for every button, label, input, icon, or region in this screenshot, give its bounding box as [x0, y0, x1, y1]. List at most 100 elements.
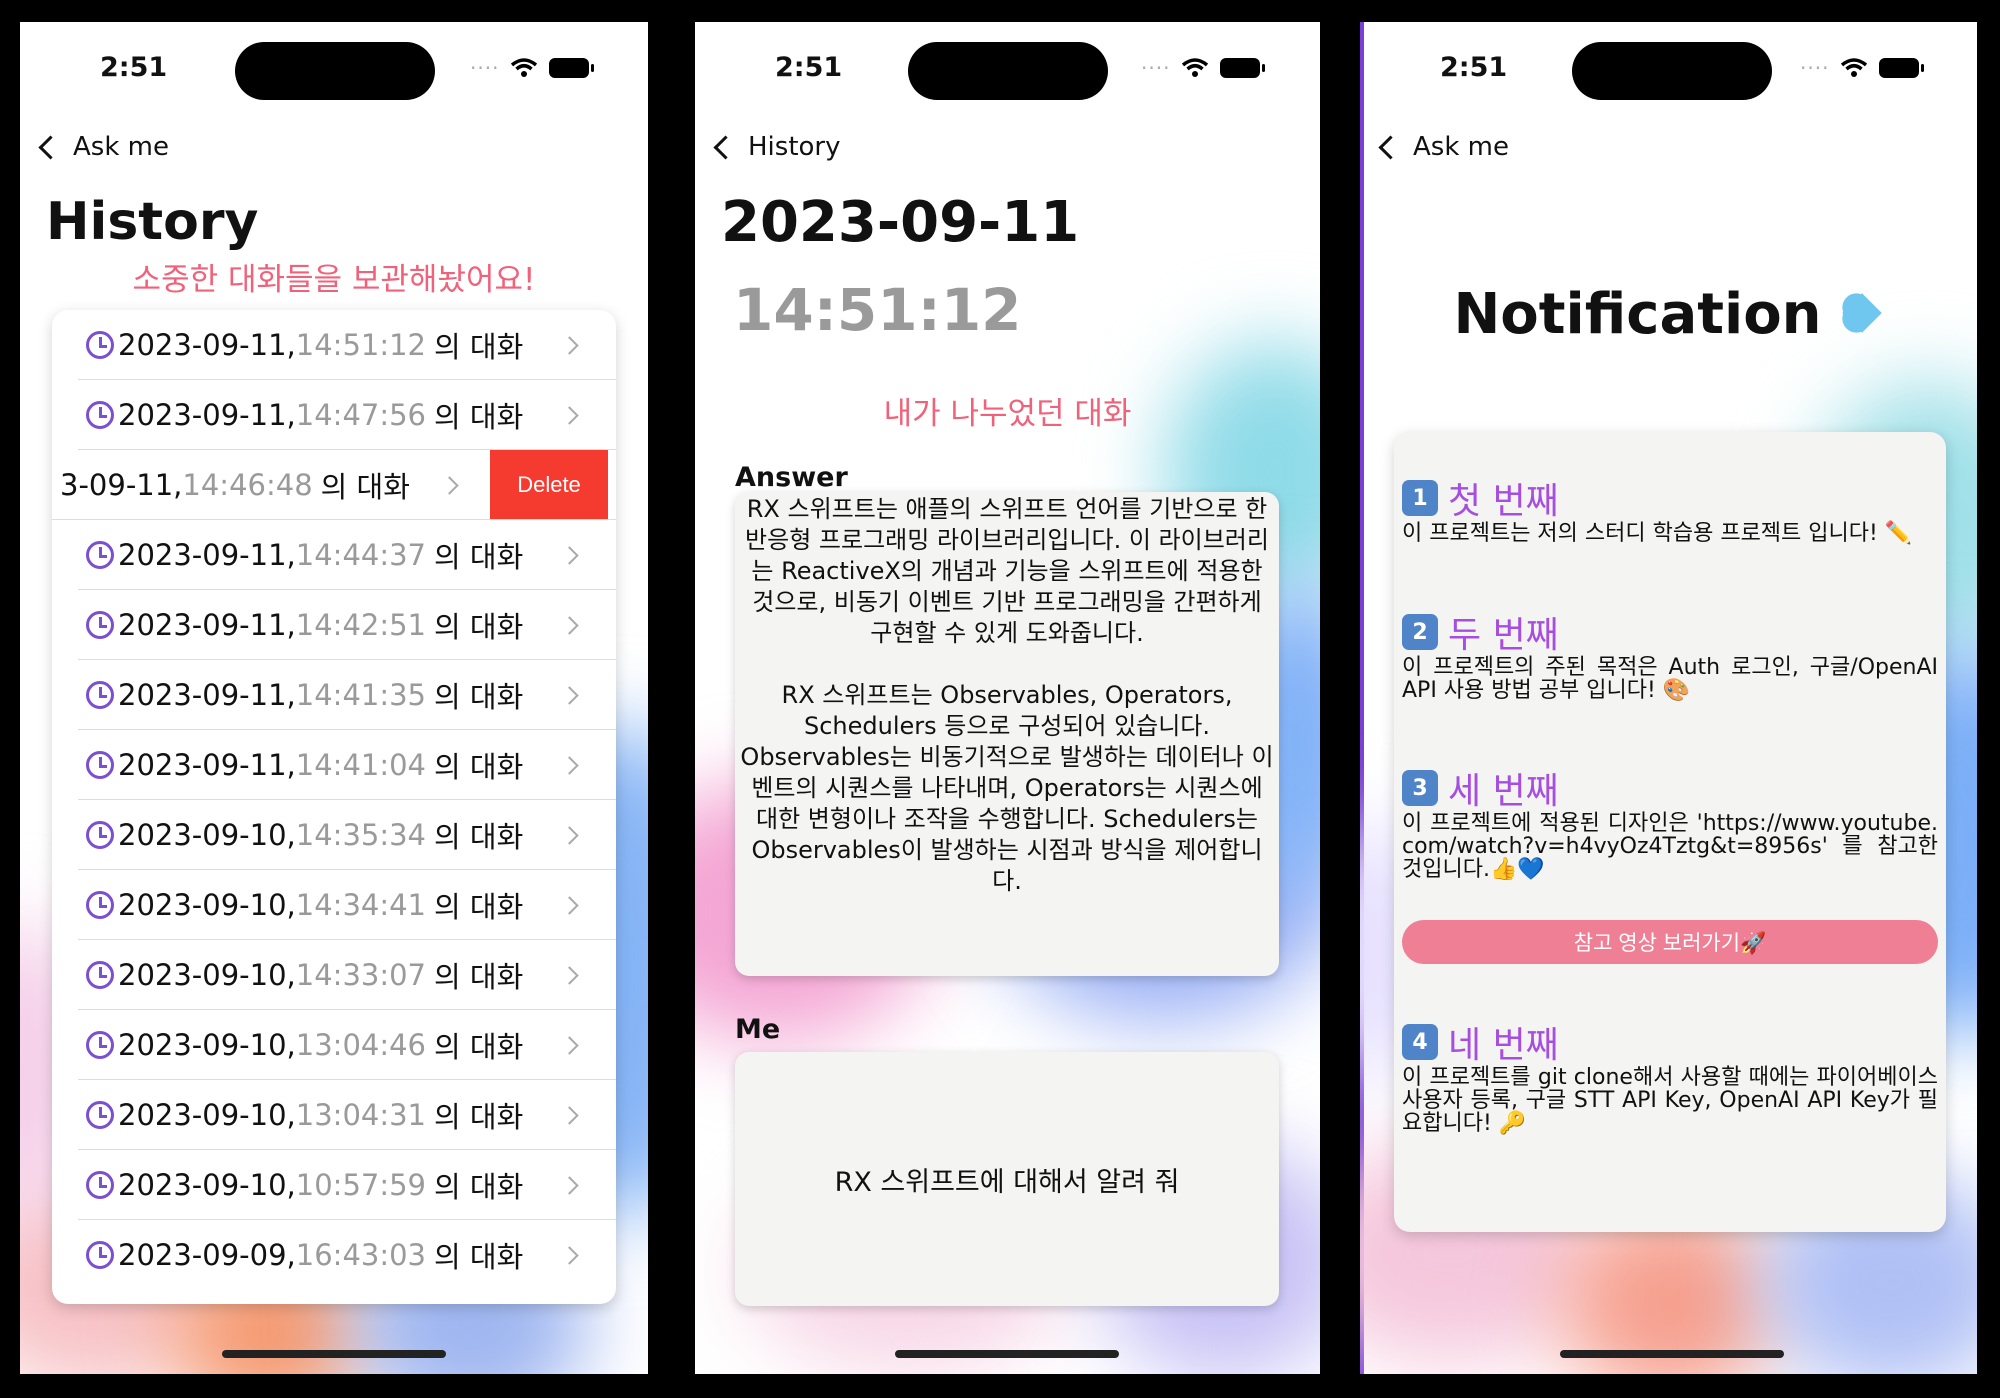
history-row[interactable]: 2023-09-11, 14:41:04 의 대화	[52, 730, 616, 800]
row-date: 2023-09-11,	[118, 678, 296, 712]
delete-button[interactable]: Delete	[490, 450, 608, 520]
section-body: 이 프로젝트를 git clone해서 사용할 때에는 파이어베이스 사용자 등…	[1402, 1065, 1938, 1136]
keycap-one-icon: 1	[1402, 480, 1438, 516]
history-row[interactable]: 2023-09-11, 14:47:56 의 대화	[52, 380, 616, 450]
row-date: 2023-09-11,	[118, 538, 296, 572]
answer-label: Answer	[735, 462, 848, 493]
row-date: 2023-09-10,	[118, 1168, 296, 1202]
back-button[interactable]: Ask me	[34, 132, 169, 162]
chevron-right-icon	[560, 405, 579, 425]
signal-icon: ····	[1800, 56, 1830, 80]
dynamic-island	[1572, 42, 1772, 100]
battery-icon	[1879, 58, 1925, 78]
back-button[interactable]: History	[709, 132, 841, 162]
row-date: 2023-09-10,	[118, 1098, 296, 1132]
history-row[interactable]: 2023-09-10, 10:57:59 의 대화	[52, 1150, 616, 1220]
row-time: 14:41:04	[295, 748, 427, 782]
status-time: 2:51	[100, 52, 168, 83]
history-row[interactable]: 2023-09-11, 14:51:12 의 대화	[52, 310, 616, 380]
chevron-right-icon	[560, 1035, 579, 1055]
chevron-right-icon	[560, 335, 579, 355]
section-heading: 4 네 번째	[1402, 1016, 1559, 1068]
row-time: 14:42:51	[295, 608, 427, 642]
history-clock-icon	[86, 821, 114, 849]
row-time: 14:44:37	[295, 538, 427, 572]
history-row[interactable]: 2023-09-09, 16:43:03 의 대화	[52, 1220, 616, 1290]
keycap-two-icon: 2	[1402, 614, 1438, 650]
keycap-four-icon: 4	[1402, 1024, 1438, 1060]
section-heading: 2 두 번째	[1402, 606, 1559, 658]
section-body: 이 프로젝트의 주된 목적은 Auth 로그인, 구글/OpenAI API 사…	[1402, 655, 1938, 703]
row-date: 2023-09-11,	[118, 748, 296, 782]
history-row[interactable]: 2023-09-10, 14:33:07 의 대화	[52, 940, 616, 1010]
battery-icon	[1220, 58, 1266, 78]
section-body: 이 프로젝트에 적용된 디자인은 'https://www.youtube.co…	[1402, 811, 1938, 882]
notification-card: 1 첫 번째 이 프로젝트는 저의 스터디 학습용 프로젝트 입니다! ✏️ 2…	[1394, 432, 1946, 1232]
status-icons: ····	[1800, 56, 1925, 80]
history-row[interactable]: 2023-09-11, 14:41:35 의 대화	[52, 660, 616, 730]
row-date: 2023-09-09,	[118, 1238, 296, 1272]
notification-title-text: Notification	[1453, 282, 1822, 347]
history-clock-icon	[86, 961, 114, 989]
row-suffix: 의 대화	[434, 400, 524, 434]
row-suffix: 의 대화	[434, 330, 524, 364]
row-time: 14:41:35	[295, 678, 427, 712]
blue-heart-icon	[1830, 282, 1892, 344]
chevron-right-icon	[560, 825, 579, 845]
row-suffix: 의 대화	[434, 1170, 524, 1204]
section-title: 네 번째	[1448, 1025, 1559, 1066]
row-date: 2023-09-10,	[118, 1028, 296, 1062]
me-message: RX 스위프트에 대해서 알려 줘	[834, 1166, 1180, 1198]
section-title: 첫 번째	[1448, 481, 1559, 522]
home-indicator[interactable]	[222, 1350, 446, 1358]
row-time: 13:04:31	[295, 1098, 427, 1132]
history-row[interactable]: 2023-09-10, 13:04:31 의 대화	[52, 1080, 616, 1150]
row-date: 2023-09-11,	[118, 328, 296, 362]
row-time: 14:35:34	[295, 818, 427, 852]
chevron-right-icon	[560, 545, 579, 565]
watch-reference-video-button[interactable]: 참고 영상 보러가기🚀	[1402, 920, 1938, 964]
history-row[interactable]: 2023-09-10, 14:34:41 의 대화	[52, 870, 616, 940]
history-row-swiped[interactable]: 3-09-11, 14:46:48 의 대화 Delete	[52, 450, 616, 520]
conversation-date: 2023-09-11	[721, 190, 1080, 255]
me-bubble: RX 스위프트에 대해서 알려 줘	[735, 1052, 1279, 1306]
history-row[interactable]: 2023-09-10, 14:35:34 의 대화	[52, 800, 616, 870]
chevron-right-icon	[560, 895, 579, 915]
section-title: 세 번째	[1448, 771, 1559, 812]
home-indicator[interactable]	[1560, 1350, 1784, 1358]
row-time: 14:33:07	[295, 958, 427, 992]
history-clock-icon	[86, 751, 114, 779]
chevron-right-icon	[560, 1245, 579, 1265]
row-suffix: 의 대화	[434, 1240, 524, 1274]
row-time: 14:47:56	[295, 398, 427, 432]
status-time: 2:51	[1440, 52, 1508, 83]
history-clock-icon	[86, 541, 114, 569]
page-subtitle: 소중한 대화들을 보관해놨어요!	[132, 262, 536, 298]
row-date: 2023-09-10,	[118, 958, 296, 992]
row-time: 14:51:12	[295, 328, 427, 362]
row-suffix: 의 대화	[434, 890, 524, 924]
history-clock-icon	[86, 1101, 114, 1129]
history-screen: 2:51 ···· Ask me History 소중한 대화들을 보관해놨어요…	[20, 22, 648, 1374]
section-body: 이 프로젝트는 저의 스터디 학습용 프로젝트 입니다! ✏️	[1402, 521, 1913, 546]
home-indicator[interactable]	[895, 1350, 1119, 1358]
history-list: 2023-09-11, 14:51:12 의 대화 2023-09-11, 14…	[52, 310, 616, 1304]
back-button[interactable]: Ask me	[1374, 132, 1509, 162]
chevron-right-icon	[560, 965, 579, 985]
row-time: 10:57:59	[295, 1168, 427, 1202]
chevron-right-icon	[440, 475, 459, 495]
history-row[interactable]: 2023-09-10, 13:04:46 의 대화	[52, 1010, 616, 1080]
row-time: 13:04:46	[295, 1028, 427, 1062]
chevron-left-icon	[38, 134, 63, 160]
history-row[interactable]: 2023-09-11, 14:44:37 의 대화	[52, 520, 616, 590]
chevron-left-icon	[1378, 134, 1403, 160]
row-suffix: 의 대화	[434, 750, 524, 784]
chevron-right-icon	[560, 615, 579, 635]
status-icons: ····	[1141, 56, 1266, 80]
row-date: 2023-09-11,	[118, 398, 296, 432]
row-suffix: 의 대화	[320, 470, 410, 504]
back-label: Ask me	[73, 132, 169, 162]
history-row[interactable]: 2023-09-11, 14:42:51 의 대화	[52, 590, 616, 660]
answer-bubble: RX 스위프트는 애플의 스위프트 언어를 기반으로 한 반응형 프로그래밍 라…	[735, 492, 1279, 976]
page-title: Notification	[1360, 282, 1977, 347]
